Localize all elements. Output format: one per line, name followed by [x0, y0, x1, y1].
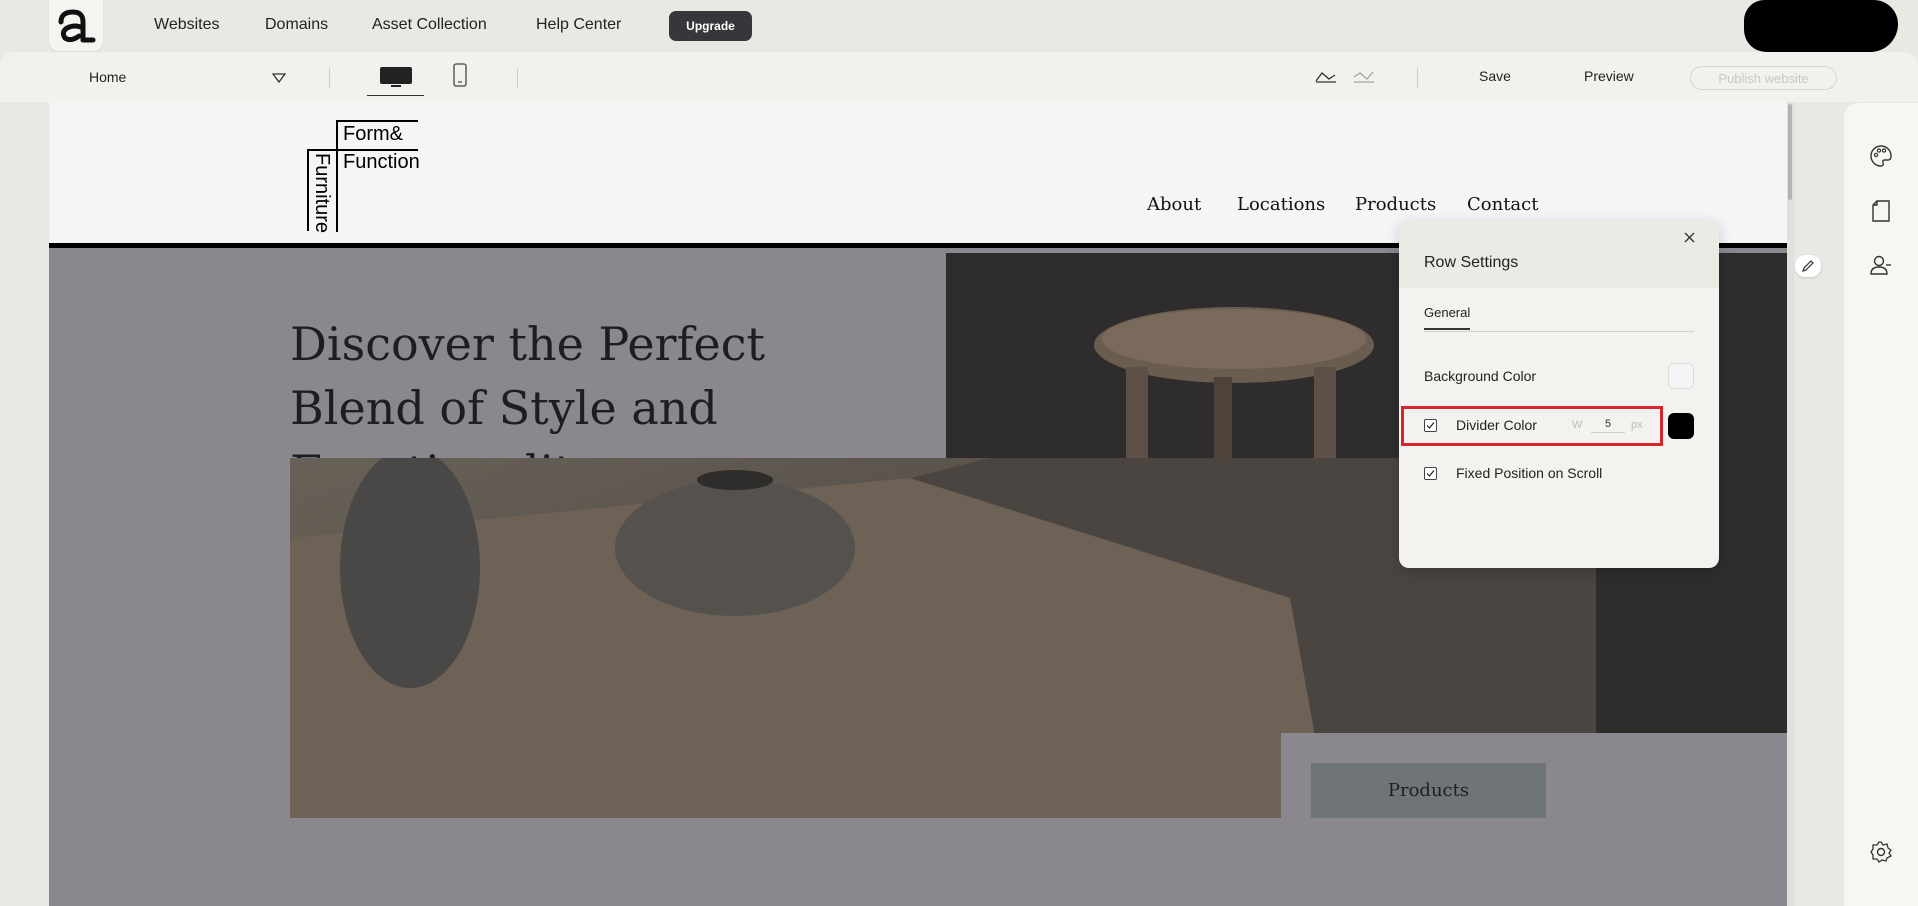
- palette-icon: [1870, 145, 1892, 167]
- settings-icon: [1870, 841, 1892, 863]
- logo-line: [336, 120, 338, 232]
- divider-width-unit: px: [1631, 419, 1643, 431]
- settings-button[interactable]: [1868, 839, 1894, 865]
- brand-text-form: Form&: [343, 123, 403, 145]
- preview-button[interactable]: Preview: [1584, 68, 1634, 84]
- nav-domains[interactable]: Domains: [265, 16, 328, 34]
- products-cta-button[interactable]: Products: [1311, 763, 1546, 818]
- nav-help-center[interactable]: Help Center: [536, 16, 621, 34]
- close-button[interactable]: [1684, 230, 1695, 248]
- brand-logo[interactable]: Form& Function Furniture: [307, 119, 420, 234]
- divider-width-input[interactable]: 5: [1591, 415, 1625, 433]
- page-icon: [1872, 200, 1890, 222]
- upgrade-button[interactable]: Upgrade: [669, 11, 752, 41]
- canvas-background: [1281, 733, 1788, 906]
- site-nav-locations[interactable]: Locations: [1237, 194, 1325, 215]
- undo-icon[interactable]: [1313, 69, 1339, 85]
- site-nav-products[interactable]: Products: [1355, 194, 1436, 215]
- logo-line: [307, 149, 309, 231]
- row-settings-panel: Row Settings General Background Color Di…: [1399, 220, 1719, 568]
- page-selector[interactable]: Home: [89, 69, 126, 85]
- brand-text-function: Function: [343, 151, 420, 173]
- divider: [517, 68, 518, 88]
- edit-row-button[interactable]: [1795, 255, 1821, 277]
- site-nav-about[interactable]: About: [1147, 194, 1201, 215]
- publish-website-button[interactable]: Publish website: [1690, 66, 1837, 90]
- dropdown-icon[interactable]: [272, 72, 286, 84]
- fixed-position-label: Fixed Position on Scroll: [1456, 465, 1603, 481]
- scrollbar-track[interactable]: [1787, 102, 1794, 906]
- fixed-position-checkbox[interactable]: [1424, 467, 1437, 480]
- background-color-swatch[interactable]: [1668, 363, 1694, 389]
- editor-toolbar: Home Save Preview Publish website: [0, 52, 1918, 102]
- mobile-view-button[interactable]: [450, 60, 470, 90]
- members-button[interactable]: [1868, 252, 1894, 278]
- pages-button[interactable]: [1868, 198, 1894, 224]
- divider-color-checkbox[interactable]: [1424, 419, 1437, 432]
- users-icon: [1870, 255, 1891, 275]
- panel-title: Row Settings: [1424, 254, 1519, 271]
- nav-websites[interactable]: Websites: [154, 16, 220, 34]
- top-bar: Websites Domains Asset Collection Help C…: [0, 0, 1918, 52]
- account-avatar[interactable]: [1744, 0, 1898, 52]
- app-logo[interactable]: [49, 0, 103, 51]
- redo-icon[interactable]: [1351, 69, 1377, 85]
- logo-line: [336, 120, 418, 122]
- app-logo-icon: [58, 8, 96, 42]
- site-nav-contact[interactable]: Contact: [1467, 194, 1538, 215]
- desktop-icon: [379, 66, 412, 87]
- close-icon: [1684, 232, 1695, 243]
- tab-general[interactable]: General: [1424, 305, 1471, 330]
- divider-color-label: Divider Color: [1456, 417, 1537, 433]
- checkbox-icon: [1426, 422, 1435, 429]
- nav-asset-collection[interactable]: Asset Collection: [372, 16, 487, 34]
- divider-width-prefix: W: [1572, 419, 1583, 431]
- brand-text-furniture: Furniture: [311, 153, 333, 234]
- mobile-icon: [453, 63, 467, 87]
- theme-button[interactable]: [1868, 143, 1894, 169]
- desktop-view-button[interactable]: [367, 58, 424, 96]
- scrollbar-thumb[interactable]: [1788, 104, 1792, 200]
- divider: [1417, 68, 1418, 88]
- divider: [329, 68, 330, 88]
- checkbox-icon: [1426, 470, 1435, 477]
- tab-divider: [1424, 331, 1694, 332]
- divider-color-swatch[interactable]: [1668, 413, 1694, 439]
- pencil-icon: [1802, 260, 1814, 272]
- save-button[interactable]: Save: [1479, 68, 1511, 84]
- background-color-label: Background Color: [1424, 368, 1537, 384]
